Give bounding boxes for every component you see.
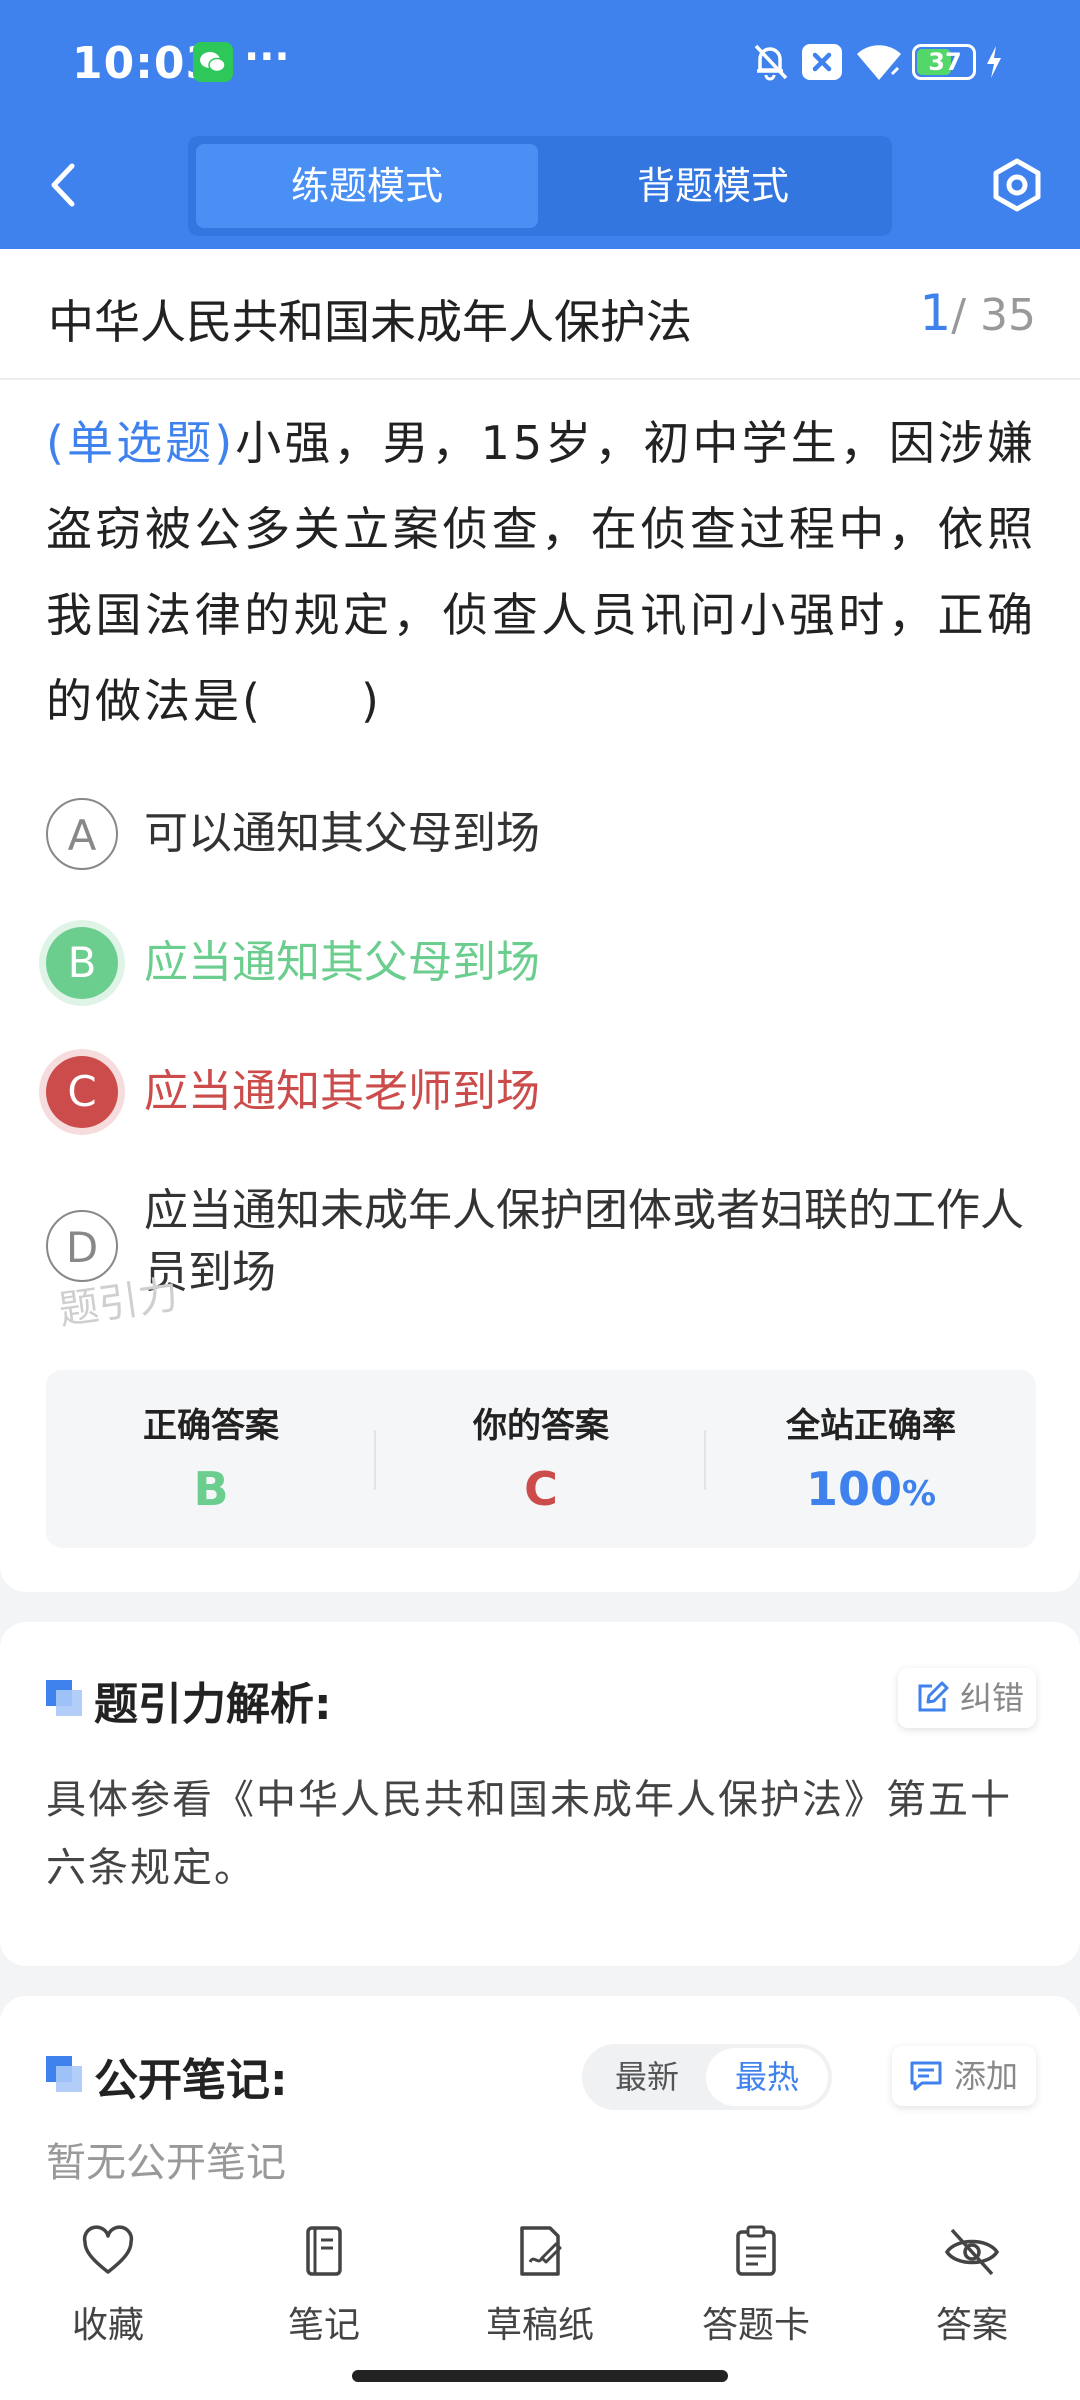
back-button[interactable] bbox=[44, 160, 84, 210]
battery-level: 37 bbox=[928, 48, 962, 76]
notes-title: 公开笔记: bbox=[94, 2055, 288, 2106]
correct-answer-value: B bbox=[193, 1462, 229, 1516]
stat-accuracy-rate: 全站正确率 100% bbox=[706, 1370, 1036, 1548]
total-questions: / 35 bbox=[951, 290, 1036, 341]
sort-hot-button[interactable]: 最热 bbox=[706, 2048, 828, 2106]
notes-sort-toggle: 最新 最热 bbox=[582, 2044, 832, 2110]
option-b-text: 应当通知其父母到场 bbox=[144, 937, 540, 988]
option-d[interactable]: D 应当通知未成年人保护团体或者妇联的工作人员到场 bbox=[46, 1180, 1036, 1310]
law-title: 中华人民共和国未成年人保护法 bbox=[48, 295, 692, 349]
option-c-text: 应当通知其老师到场 bbox=[144, 1066, 540, 1117]
tab-favorite[interactable]: 收藏 bbox=[0, 2224, 216, 2346]
current-question-number: 1 bbox=[919, 284, 952, 342]
home-indicator[interactable] bbox=[352, 2370, 728, 2382]
edit-icon bbox=[918, 1681, 949, 1712]
question-counter[interactable]: 1/ 35 bbox=[919, 284, 1036, 342]
report-error-button[interactable]: 纠错 bbox=[898, 1668, 1036, 1728]
battery-icon: 37 bbox=[912, 44, 976, 80]
tab-answer-sheet[interactable]: 答题卡 bbox=[648, 2224, 864, 2346]
stat-label: 全站正确率 bbox=[786, 1406, 956, 1446]
tab-label: 答题卡 bbox=[701, 2305, 810, 2346]
tab-label: 草稿纸 bbox=[485, 2305, 594, 2346]
wifi-icon bbox=[854, 40, 904, 84]
section-squares-icon bbox=[46, 1680, 82, 1716]
notebook-icon bbox=[306, 2226, 342, 2276]
mute-bell-icon bbox=[748, 40, 792, 84]
section-squares-icon bbox=[46, 2056, 82, 2092]
answer-stats: 正确答案 B 你的答案 C 全站正确率 100% bbox=[46, 1370, 1036, 1548]
status-bar: 10:03 ··· 37 bbox=[0, 0, 1080, 126]
option-a[interactable]: A 可以通知其父母到场 bbox=[46, 798, 1036, 870]
stat-label: 正确答案 bbox=[143, 1406, 279, 1446]
add-note-button[interactable]: 添加 bbox=[892, 2046, 1036, 2106]
tab-label: 收藏 bbox=[71, 2305, 144, 2346]
option-d-text: 应当通知未成年人保护团体或者妇联的工作人员到场 bbox=[144, 1185, 1024, 1298]
stat-label: 你的答案 bbox=[473, 1406, 609, 1446]
eye-off-icon bbox=[944, 2228, 1000, 2276]
empty-notes-text: 暂无公开笔记 bbox=[46, 2140, 286, 2186]
option-c-letter: C bbox=[46, 1056, 118, 1128]
draft-pen-icon bbox=[520, 2226, 562, 2276]
question-stem: (单选题)小强，男，15岁，初中学生，因涉嫌盗窃被公多关立案侦查，在侦查过程中，… bbox=[46, 400, 1036, 744]
rate-unit: % bbox=[901, 1474, 937, 1514]
rate-number: 100 bbox=[805, 1462, 902, 1516]
tab-hide-answer[interactable]: 答案 bbox=[864, 2224, 1080, 2346]
tab-label: 答案 bbox=[935, 2305, 1008, 2346]
heart-icon bbox=[82, 2225, 134, 2274]
your-answer-value: C bbox=[524, 1462, 558, 1516]
tab-practice-mode[interactable]: 练题模式 bbox=[196, 144, 538, 228]
divider bbox=[0, 378, 1080, 380]
charging-icon bbox=[984, 40, 1004, 84]
clipboard-icon bbox=[736, 2225, 776, 2276]
wechat-notification-icon bbox=[193, 42, 233, 82]
chevron-left-icon bbox=[51, 163, 75, 207]
stat-correct-answer: 正确答案 B bbox=[46, 1370, 376, 1548]
analysis-text: 具体参看《中华人民共和国未成年人保护法》第五十六条规定。 bbox=[46, 1777, 1012, 1891]
option-b[interactable]: B 应当通知其父母到场 bbox=[46, 927, 1036, 999]
option-a-text: 可以通知其父母到场 bbox=[144, 808, 540, 859]
accuracy-rate-value: 100% bbox=[706, 1462, 1036, 1516]
question-type-tag: (单选题) bbox=[46, 416, 236, 470]
comment-icon bbox=[910, 2061, 942, 2091]
add-note-label: 添加 bbox=[954, 2057, 1019, 2095]
gear-icon bbox=[993, 158, 1041, 212]
stat-your-answer: 你的答案 C bbox=[376, 1370, 706, 1548]
settings-button[interactable] bbox=[990, 158, 1044, 212]
mode-switch: 练题模式 背题模式 bbox=[188, 136, 892, 236]
tab-notes[interactable]: 笔记 bbox=[216, 2224, 432, 2346]
sim-blocked-icon bbox=[800, 40, 844, 84]
sort-latest-button[interactable]: 最新 bbox=[586, 2048, 708, 2106]
option-c[interactable]: C 应当通知其老师到场 bbox=[46, 1056, 1036, 1128]
analysis-title: 题引力解析: bbox=[94, 1679, 332, 1730]
report-error-label: 纠错 bbox=[960, 1679, 1025, 1717]
status-more: ··· bbox=[244, 34, 290, 80]
option-b-letter: B bbox=[46, 927, 118, 999]
tab-label: 笔记 bbox=[287, 2305, 360, 2346]
tab-memorize-mode[interactable]: 背题模式 bbox=[542, 144, 884, 228]
option-a-letter: A bbox=[46, 798, 118, 870]
tab-scratch-paper[interactable]: 草稿纸 bbox=[432, 2224, 648, 2346]
